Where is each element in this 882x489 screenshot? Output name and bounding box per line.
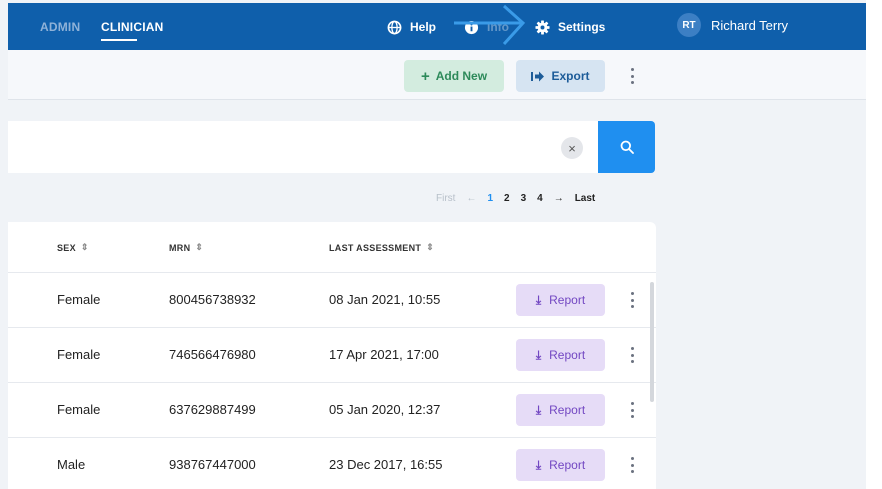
download-icon: ⤓	[535, 402, 542, 417]
export-label: Export	[551, 69, 590, 83]
cell-mrn: 800456738932	[169, 292, 256, 307]
column-header-sex[interactable]: SEX ⇕	[57, 242, 89, 253]
table-row: Female 800456738932 08 Jan 2021, 10:55 ⤓…	[8, 272, 656, 327]
sort-icon: ⇕	[195, 242, 204, 252]
pagination-first[interactable]: First	[436, 193, 455, 204]
column-header-label: LAST ASSESSMENT	[329, 242, 422, 253]
user-name: Richard Terry	[711, 17, 789, 33]
download-icon: ⤓	[535, 347, 542, 362]
column-header-label: MRN	[169, 242, 191, 253]
pagination-page[interactable]: 2	[504, 193, 510, 204]
role-tab-admin[interactable]: ADMIN	[40, 20, 80, 34]
cell-last-assessment: 17 Apr 2021, 17:00	[329, 347, 439, 362]
cell-sex: Female	[57, 402, 101, 417]
pointer-arrow-icon	[454, 4, 526, 46]
settings-label: Settings	[558, 20, 606, 34]
pagination-last[interactable]: Last	[575, 193, 596, 204]
report-button[interactable]: ⤓ Report	[516, 339, 605, 371]
globe-icon	[387, 20, 402, 34]
search-button[interactable]	[598, 121, 655, 173]
search-icon	[620, 140, 634, 154]
report-button[interactable]: ⤓ Report	[516, 394, 605, 426]
search-input[interactable]	[8, 121, 598, 173]
user-menu[interactable]: RT Richard Terry	[677, 13, 789, 37]
cell-sex: Female	[57, 347, 101, 362]
download-icon: ⤓	[535, 457, 542, 472]
role-tab-clinician[interactable]: CLINICIAN	[101, 20, 163, 34]
gear-icon	[535, 19, 550, 35]
settings-menu[interactable]: Settings	[535, 17, 605, 37]
pagination-page[interactable]: 1	[487, 193, 493, 204]
row-menu-button[interactable]	[624, 398, 640, 422]
pagination-page[interactable]: 3	[521, 193, 527, 204]
column-header-mrn[interactable]: MRN ⇕	[169, 242, 203, 253]
avatar: RT	[677, 13, 701, 37]
cell-mrn: 938767447000	[169, 457, 256, 472]
sort-icon: ⇕	[426, 242, 435, 252]
pagination: First ← 1 2 3 4 → Last	[436, 190, 595, 206]
download-icon: ⤓	[535, 292, 542, 307]
page: ADMIN CLINICIAN Help Info Settings RT Ri…	[0, 0, 882, 489]
add-new-button[interactable]: + Add New	[404, 60, 504, 92]
help-menu[interactable]: Help	[387, 17, 436, 37]
row-menu-button[interactable]	[624, 453, 640, 477]
row-menu-button[interactable]	[624, 288, 640, 312]
pagination-next[interactable]: →	[554, 193, 564, 204]
column-header-label: SEX	[57, 242, 76, 253]
more-actions-menu[interactable]	[624, 64, 640, 88]
table-row: Male 938767447000 23 Dec 2017, 16:55 ⤓ Re…	[8, 437, 656, 489]
action-bar: + Add New Export	[8, 50, 866, 100]
report-label: Report	[549, 458, 586, 472]
cell-mrn: 746566476980	[169, 347, 256, 362]
active-role-indicator	[101, 39, 137, 41]
sort-icon: ⇕	[80, 242, 89, 252]
report-label: Report	[549, 348, 586, 362]
report-button[interactable]: ⤓ Report	[516, 449, 605, 481]
export-button[interactable]: Export	[516, 60, 605, 92]
cell-mrn: 637629887499	[169, 402, 256, 417]
cell-last-assessment: 05 Jan 2020, 12:37	[329, 402, 441, 417]
help-label: Help	[410, 20, 437, 34]
plus-icon: +	[420, 67, 430, 85]
patients-table: SEX ⇕ MRN ⇕ LAST ASSESSMENT ⇕ Female 800456…	[8, 222, 656, 489]
pagination-prev[interactable]: ←	[466, 193, 476, 204]
table-row: Female 746566476980 17 Apr 2021, 17:00 ⤓…	[8, 327, 656, 382]
report-label: Report	[549, 403, 586, 417]
report-label: Report	[549, 293, 586, 307]
table-row: Female 637629887499 05 Jan 2020, 12:37 ⤓…	[8, 382, 656, 437]
pagination-page[interactable]: 4	[537, 193, 543, 204]
cell-last-assessment: 23 Dec 2017, 16:55	[329, 457, 443, 472]
row-menu-button[interactable]	[624, 343, 640, 367]
cell-last-assessment: 08 Jan 2021, 10:55	[329, 292, 441, 307]
report-button[interactable]: ⤓ Report	[516, 284, 605, 316]
top-navigation-bar: ADMIN CLINICIAN Help Info Settings RT Ri…	[8, 3, 866, 50]
clear-search-button[interactable]: ×	[561, 137, 583, 159]
cell-sex: Male	[57, 457, 86, 472]
table-scrollbar[interactable]	[650, 282, 654, 402]
export-icon	[531, 71, 545, 81]
column-header-last-assessment[interactable]: LAST ASSESSMENT ⇕	[329, 242, 434, 253]
cell-sex: Female	[57, 292, 101, 307]
add-new-label: Add New	[435, 69, 488, 83]
